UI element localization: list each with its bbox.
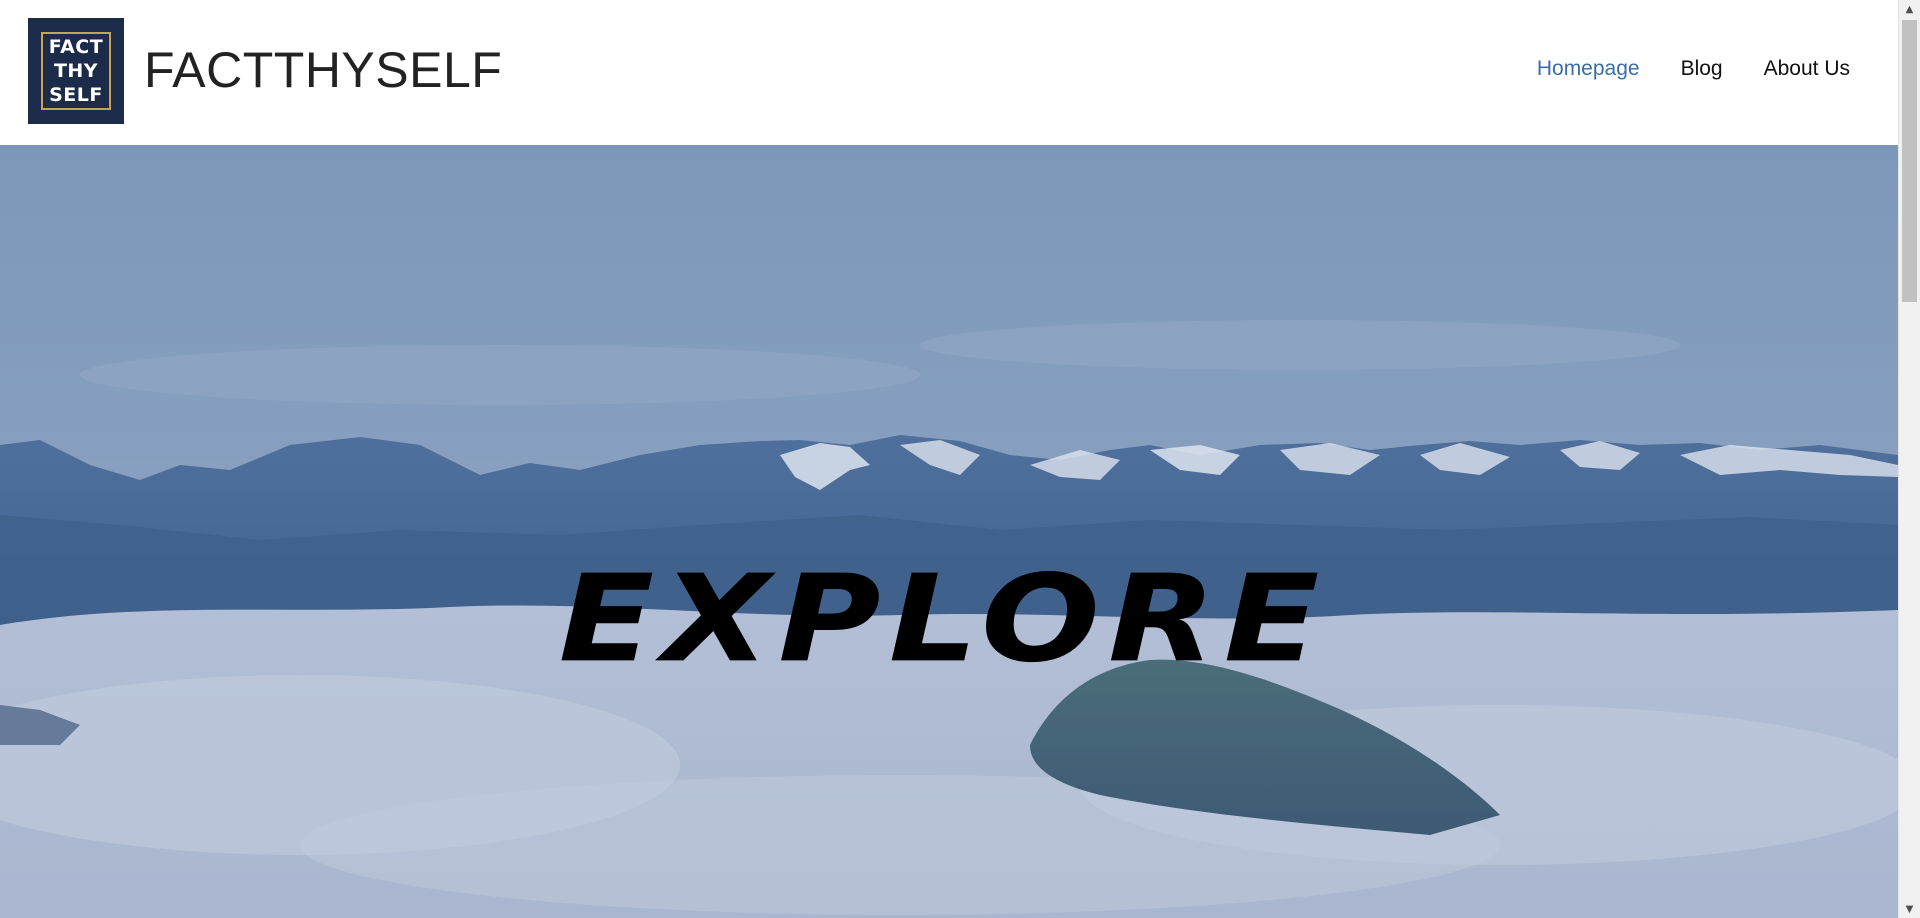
logo-line-2: THY [53, 60, 99, 82]
scrollbar-thumb[interactable] [1902, 20, 1917, 302]
site-header: FACT THY SELF FACTTHYSELF Homepage Blog … [0, 0, 1898, 145]
nav-blog[interactable]: Blog [1681, 56, 1723, 82]
scroll-up-arrow-icon[interactable]: ▲ [1899, 0, 1920, 18]
page: FACT THY SELF FACTTHYSELF Homepage Blog … [0, 0, 1898, 918]
nav-homepage[interactable]: Homepage [1537, 56, 1640, 82]
main-nav: Homepage Blog About Us [1537, 56, 1850, 82]
scroll-down-arrow-icon[interactable]: ▼ [1899, 900, 1920, 918]
nav-about-us[interactable]: About Us [1764, 56, 1850, 82]
logo-mark: FACT THY SELF [41, 32, 111, 110]
hero-background-image [0, 145, 1898, 918]
site-title[interactable]: FACTTHYSELF [144, 40, 502, 100]
logo-line-3: SELF [49, 84, 103, 106]
page-scrollbar[interactable]: ▲ ▼ [1898, 0, 1920, 918]
site-logo[interactable]: FACT THY SELF [28, 18, 124, 124]
hero-banner: EXPLORE [0, 145, 1898, 918]
logo-line-1: FACT [48, 36, 104, 58]
hero-title: EXPLORE [558, 549, 1328, 690]
